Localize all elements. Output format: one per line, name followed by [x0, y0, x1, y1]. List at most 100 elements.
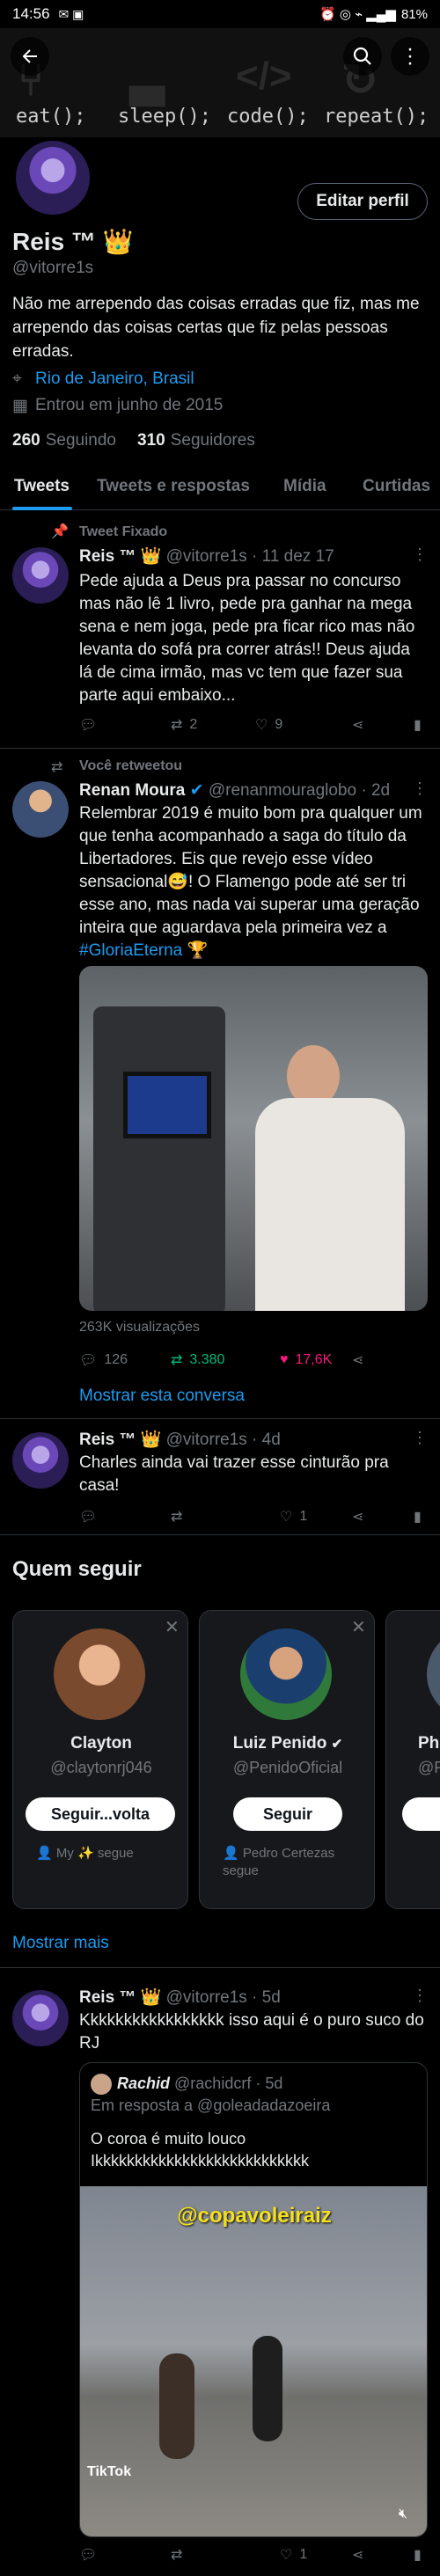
retweet-button[interactable]: ⇄ 2: [171, 716, 197, 734]
tweet-avatar[interactable]: [12, 547, 69, 604]
follow-button[interactable]: Seguir: [233, 1797, 342, 1831]
suggested-avatar[interactable]: [54, 1628, 145, 1720]
follow-card[interactable]: Ph @Ph Se: [385, 1610, 440, 1909]
suggested-avatar[interactable]: [427, 1628, 440, 1720]
kebab-icon: · · ·: [407, 37, 414, 75]
profile-joined: Entrou em junho de 2015: [35, 396, 224, 414]
tweet-author-name[interactable]: Reis ™ 👑: [79, 547, 161, 566]
reply-to-label: Em resposta a @goleadadazoeira: [91, 2097, 331, 2114]
more-options-button[interactable]: · · ·: [391, 37, 429, 76]
analytics-icon[interactable]: ▮: [414, 716, 422, 734]
profile-name: Reis ™ 👑: [12, 228, 134, 255]
reply-icon[interactable]: 💬︎: [79, 2546, 97, 2564]
reply-button[interactable]: 💬︎ 126: [79, 1351, 128, 1369]
heart-icon: ♡: [280, 1510, 293, 1525]
running-man: [159, 2353, 194, 2459]
like-button[interactable]: ♥ 17,6K: [280, 1352, 332, 1368]
tweet-header: Reis ™ 👑 @vitorre1s · 11 dez 17: [79, 545, 334, 568]
tweet-author-name[interactable]: Renan Moura: [79, 781, 185, 800]
back-button[interactable]: [11, 37, 49, 76]
analytics-icon[interactable]: ▮: [414, 2546, 422, 2564]
video-thumbnail[interactable]: [79, 966, 428, 1311]
like-count: 17,6K: [295, 1352, 333, 1367]
suggested-handle: @PenidoOficial: [232, 1759, 343, 1776]
quoted-author-name: Rachid: [117, 2075, 171, 2092]
follow-button[interactable]: Se: [402, 1797, 440, 1831]
like-count: 9: [275, 717, 283, 732]
tweet-more-icon[interactable]: ⋮: [412, 545, 428, 564]
retweet-button[interactable]: ⇄ 3.380: [171, 1351, 224, 1369]
dismiss-icon[interactable]: ✕: [351, 1616, 366, 1638]
follow-back-button[interactable]: Seguir...volta: [26, 1797, 175, 1831]
analytics-icon[interactable]: ▮: [414, 1508, 422, 1526]
running-man-2: [253, 2336, 282, 2441]
share-icon[interactable]: ⋖: [352, 1351, 363, 1369]
calendar-icon: ▦: [12, 397, 28, 415]
reply-icon: 💬︎: [79, 1353, 98, 1368]
quoted-handle-time: @rachidcrf · 5d: [174, 2075, 283, 2092]
tweet-avatar[interactable]: [12, 1990, 69, 2046]
tab-tweets-replies[interactable]: Tweets e respostas: [97, 477, 250, 496]
quoted-avatar: [91, 2074, 112, 2095]
share-icon[interactable]: ⋖: [352, 1508, 363, 1526]
tab-likes[interactable]: Curtidas: [363, 477, 430, 496]
status-time: 14:56: [12, 5, 50, 22]
trophy-icon: 🏆: [187, 941, 209, 960]
edit-profile-button[interactable]: Editar perfil: [297, 183, 428, 220]
tweet-author-name[interactable]: Reis ™ 👑: [79, 1988, 161, 2007]
share-icon[interactable]: ⋖: [352, 716, 363, 734]
tweet-actions: 💬︎ ⇄ ♡ 1 ⋖ ▮: [79, 2544, 428, 2565]
view-count: 263K visualizações: [79, 1320, 200, 1335]
profile-avatar[interactable]: [12, 137, 93, 218]
following-count: 260: [12, 431, 40, 450]
tweet-handle-time: @vitorre1s · 5d: [165, 1988, 281, 2007]
verified-badge-icon: ✔: [189, 781, 204, 800]
pin-icon: 📌: [51, 524, 69, 539]
share-icon[interactable]: ⋖: [352, 2546, 363, 2564]
followers-link[interactable]: 310 Seguidores: [137, 431, 255, 450]
tweet-more-icon[interactable]: ⋮: [412, 1987, 428, 2005]
quoted-video[interactable]: @copavoleiraiz TikTok 🔇︎: [80, 2186, 427, 2536]
active-tab-indicator: [12, 507, 72, 510]
retweet-icon[interactable]: ⇄: [171, 2546, 182, 2564]
like-button[interactable]: ♡ 1: [280, 1508, 307, 1526]
search-button[interactable]: [343, 37, 382, 76]
mute-icon[interactable]: 🔇︎: [399, 2506, 407, 2522]
signal-icons: ⏰ ◎ ⌁ ▂▄▆: [319, 7, 396, 22]
retweet-context-label: Você retweetou: [79, 758, 183, 773]
like-button[interactable]: ♡ 1: [280, 2546, 307, 2564]
show-thread-link[interactable]: Mostrar esta conversa: [79, 1387, 245, 1406]
quoted-header: Rachid @rachidcrf · 5d: [117, 2072, 282, 2095]
profile-location[interactable]: Rio de Janeiro, Brasil: [35, 370, 194, 389]
suggested-name: Luiz Penido ✔: [232, 1734, 343, 1753]
suggested-avatar[interactable]: [240, 1628, 332, 1720]
like-button[interactable]: ♡ 9: [255, 716, 282, 734]
retweet-icon[interactable]: ⇄: [171, 1508, 182, 1526]
verified-badge-icon: ✔: [331, 1737, 343, 1752]
tweet-author-name[interactable]: Reis ™ 👑: [79, 1431, 161, 1449]
like-count: 1: [299, 1509, 308, 1524]
heart-icon: ♡: [280, 2548, 293, 2563]
tweet-text: Kkkkkkkkkkkkkkkkk isso aqui é o puro suc…: [79, 2011, 424, 2053]
following-link[interactable]: 260 Seguindo: [12, 431, 116, 450]
reply-icon[interactable]: 💬︎: [79, 1508, 97, 1526]
video-overlay-text: @copavoleiraiz: [177, 2204, 332, 2228]
follow-card[interactable]: ✕ Luiz Penido ✔ @PenidoOficial Seguir 👤 …: [199, 1610, 375, 1909]
bed-icon: ▃: [130, 55, 165, 105]
follow-card[interactable]: ✕ Clayton @claytonrj046 Seguir...volta 👤…: [12, 1610, 188, 1909]
tweet-avatar[interactable]: [12, 781, 69, 838]
divider: [0, 1967, 440, 1968]
tweet-more-icon[interactable]: ⋮: [412, 1429, 428, 1447]
tab-tweets[interactable]: Tweets: [14, 477, 70, 496]
tweet-avatar[interactable]: [12, 1432, 69, 1489]
divider: [0, 1534, 440, 1535]
dismiss-icon[interactable]: ✕: [165, 1616, 180, 1638]
tweet-text: Relembrar 2019 é muito bom pra qualquer …: [79, 802, 428, 962]
quoted-tweet[interactable]: Rachid @rachidcrf · 5d Em resposta a @go…: [79, 2062, 428, 2537]
seat-back: [93, 1006, 225, 1311]
reply-icon[interactable]: 💬︎: [79, 716, 97, 734]
tweet-more-icon[interactable]: ⋮: [412, 779, 428, 798]
hashtag-link[interactable]: #GloriaEterna: [79, 941, 182, 960]
show-more-link[interactable]: Mostrar mais: [12, 1934, 109, 1953]
tab-media[interactable]: Mídia: [283, 477, 326, 496]
